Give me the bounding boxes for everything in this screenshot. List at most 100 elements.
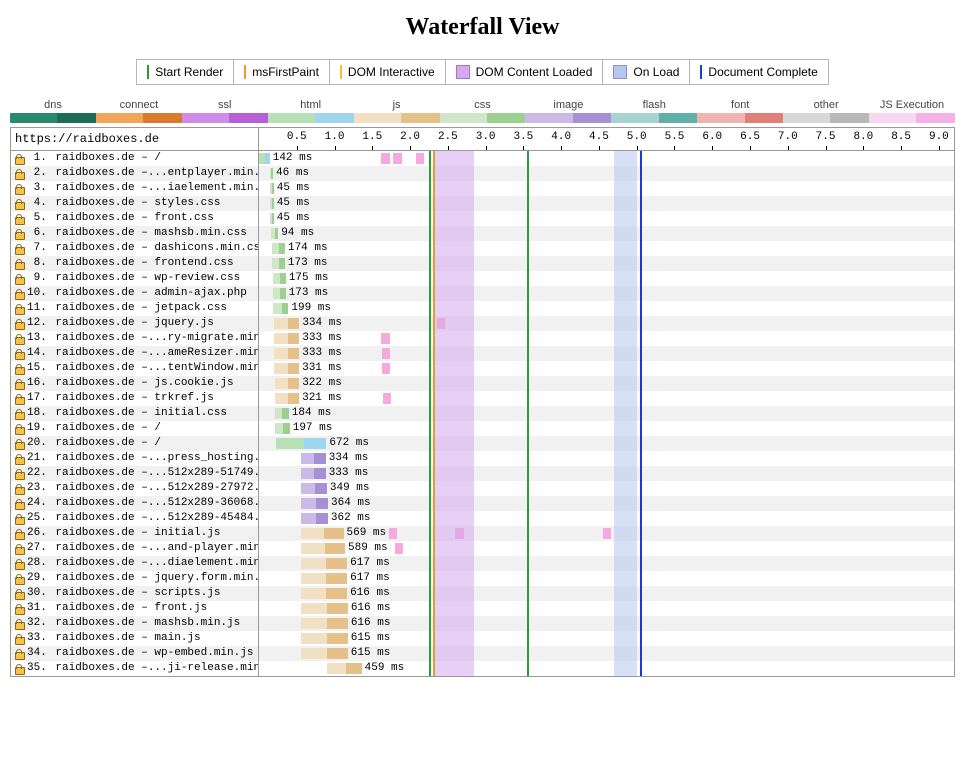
lock-icon	[13, 633, 25, 645]
waterfall-row[interactable]: 20. raidboxes.de – /672 ms	[11, 436, 954, 451]
timing-label: 173 ms	[289, 286, 329, 301]
row-label: 1. raidboxes.de – /	[11, 151, 259, 166]
legend-type-bar	[611, 113, 697, 123]
waterfall-row[interactable]: 19. raidboxes.de – /197 ms	[11, 421, 954, 436]
legend-type-label: flash	[611, 99, 697, 111]
timing-label: 46 ms	[276, 166, 309, 181]
waterfall-row[interactable]: 29. raidboxes.de – jquery.form.min.js617…	[11, 571, 954, 586]
waterfall-row[interactable]: 32. raidboxes.de – mashsb.min.js616 ms	[11, 616, 954, 631]
timing-label: 672 ms	[329, 436, 369, 451]
waterfall-row[interactable]: 2. raidboxes.de –...entplayer.min.css46 …	[11, 166, 954, 181]
legend-type-item: JS Execution	[869, 99, 955, 123]
row-label: 25. raidboxes.de –...512x289-45484.png	[11, 511, 259, 526]
bar-area: 615 ms	[259, 646, 954, 661]
waterfall-row[interactable]: 7. raidboxes.de – dashicons.min.css 174 m…	[11, 241, 954, 256]
legend-type-item: connect	[96, 99, 182, 123]
waterfall-row[interactable]: 34. raidboxes.de – wp-embed.min.js615 ms	[11, 646, 954, 661]
waterfall-row[interactable]: 33. raidboxes.de – main.js615 ms	[11, 631, 954, 646]
legend-event-item: DOM Interactive	[329, 59, 446, 85]
waterfall-row[interactable]: 12. raidboxes.de – jquery.js334 ms	[11, 316, 954, 331]
ruler-tick: 8.0	[853, 128, 873, 143]
waterfall-row[interactable]: 17. raidboxes.de – trkref.js321 ms	[11, 391, 954, 406]
bar-area: 142 ms	[259, 151, 954, 166]
lock-icon	[13, 153, 25, 165]
legend-type-label: js	[354, 99, 440, 111]
timing-label: 616 ms	[351, 601, 391, 616]
waterfall-row[interactable]: 27. raidboxes.de –...and-player.min.js58…	[11, 541, 954, 556]
row-label: 24. raidboxes.de –...512x289-36068.png	[11, 496, 259, 511]
row-label: 7. raidboxes.de – dashicons.min.css	[11, 241, 259, 256]
ruler-tick: 9.0	[929, 128, 949, 143]
waterfall-row[interactable]: 28. raidboxes.de –...diaelement.min.js61…	[11, 556, 954, 571]
timing-bar	[275, 408, 289, 419]
row-label: 32. raidboxes.de – mashsb.min.js	[11, 616, 259, 631]
waterfall-row[interactable]: 8. raidboxes.de – frontend.css173 ms	[11, 256, 954, 271]
bar-area: 199 ms	[259, 301, 954, 316]
waterfall-row[interactable]: 3. raidboxes.de –...iaelement.min.css45 …	[11, 181, 954, 196]
js-execution-tick	[382, 363, 390, 374]
lock-icon	[13, 618, 25, 630]
waterfall-row[interactable]: 26. raidboxes.de – initial.js569 ms	[11, 526, 954, 541]
timing-bar	[301, 573, 348, 584]
timing-bar	[274, 333, 299, 344]
row-label: 27. raidboxes.de –...and-player.min.js	[11, 541, 259, 556]
row-label: 30. raidboxes.de – scripts.js	[11, 586, 259, 601]
timing-label: 199 ms	[291, 301, 331, 316]
row-label: 12. raidboxes.de – jquery.js	[11, 316, 259, 331]
timing-label: 334 ms	[329, 451, 369, 466]
bar-area: 173 ms	[259, 256, 954, 271]
waterfall-row[interactable]: 13. raidboxes.de –...ry-migrate.min.js33…	[11, 331, 954, 346]
bar-area: 174 ms	[259, 241, 954, 256]
legend-type-item: other	[783, 99, 869, 123]
waterfall-row[interactable]: 15. raidboxes.de –...tentWindow.min.js33…	[11, 361, 954, 376]
waterfall-row[interactable]: 25. raidboxes.de –...512x289-45484.png36…	[11, 511, 954, 526]
waterfall-row[interactable]: 5. raidboxes.de – front.css45 ms	[11, 211, 954, 226]
time-ruler: 0.51.01.52.02.53.03.54.04.55.05.56.06.57…	[259, 128, 954, 150]
waterfall-row[interactable]: 9. raidboxes.de – wp-review.css175 ms	[11, 271, 954, 286]
lock-icon	[13, 573, 25, 585]
legend-type-item: dns	[10, 99, 96, 123]
legend-type-label: image	[525, 99, 611, 111]
waterfall-row[interactable]: 22. raidboxes.de –...512x289-51749.png33…	[11, 466, 954, 481]
lock-icon	[13, 453, 25, 465]
bar-area: 322 ms	[259, 376, 954, 391]
lock-icon	[13, 408, 25, 420]
waterfall-row[interactable]: 35. raidboxes.de –...ji-release.min.js45…	[11, 661, 954, 676]
lock-icon	[13, 258, 25, 270]
legend-type-label: JS Execution	[869, 99, 955, 111]
waterfall-row[interactable]: 10. raidboxes.de – admin-ajax.php 173 ms	[11, 286, 954, 301]
lock-icon	[13, 378, 25, 390]
waterfall-row[interactable]: 21. raidboxes.de –...press_hosting.png33…	[11, 451, 954, 466]
ruler-tick: 2.0	[400, 128, 420, 143]
waterfall-row[interactable]: 30. raidboxes.de – scripts.js616 ms	[11, 586, 954, 601]
waterfall-row[interactable]: 24. raidboxes.de –...512x289-36068.png36…	[11, 496, 954, 511]
waterfall-row[interactable]: 6. raidboxes.de – mashsb.min.css94 ms	[11, 226, 954, 241]
lock-icon	[13, 183, 25, 195]
timing-label: 349 ms	[330, 481, 370, 496]
bar-area: 672 ms	[259, 436, 954, 451]
timing-bar	[272, 243, 285, 254]
row-label: 35. raidboxes.de –...ji-release.min.js	[11, 661, 259, 676]
bar-area: 94 ms	[259, 226, 954, 241]
waterfall-rows: 1. raidboxes.de – /142 ms 2. raidboxes.d…	[11, 151, 954, 676]
waterfall-row[interactable]: 11. raidboxes.de – jetpack.css199 ms	[11, 301, 954, 316]
timing-label: 174 ms	[288, 241, 328, 256]
legend-type-item: css	[440, 99, 526, 123]
legend-marker	[700, 65, 702, 79]
timing-label: 617 ms	[350, 556, 390, 571]
waterfall-row[interactable]: 1. raidboxes.de – /142 ms	[11, 151, 954, 166]
waterfall-row[interactable]: 14. raidboxes.de –...ameResizer.min.js33…	[11, 346, 954, 361]
lock-icon	[13, 318, 25, 330]
legend-type-label: dns	[10, 99, 96, 111]
waterfall-row[interactable]: 23. raidboxes.de –...512x289-27972.png 34…	[11, 481, 954, 496]
waterfall-row[interactable]: 31. raidboxes.de – front.js616 ms	[11, 601, 954, 616]
waterfall-row[interactable]: 4. raidboxes.de – styles.css45 ms	[11, 196, 954, 211]
timing-bar	[301, 453, 326, 464]
lock-icon	[13, 348, 25, 360]
waterfall-row[interactable]: 18. raidboxes.de – initial.css184 ms	[11, 406, 954, 421]
timing-bar	[270, 213, 273, 224]
row-label: 23. raidboxes.de –...512x289-27972.png	[11, 481, 259, 496]
waterfall-row[interactable]: 16. raidboxes.de – js.cookie.js322 ms	[11, 376, 954, 391]
row-label: 10. raidboxes.de – admin-ajax.php	[11, 286, 259, 301]
lock-icon	[13, 663, 25, 675]
